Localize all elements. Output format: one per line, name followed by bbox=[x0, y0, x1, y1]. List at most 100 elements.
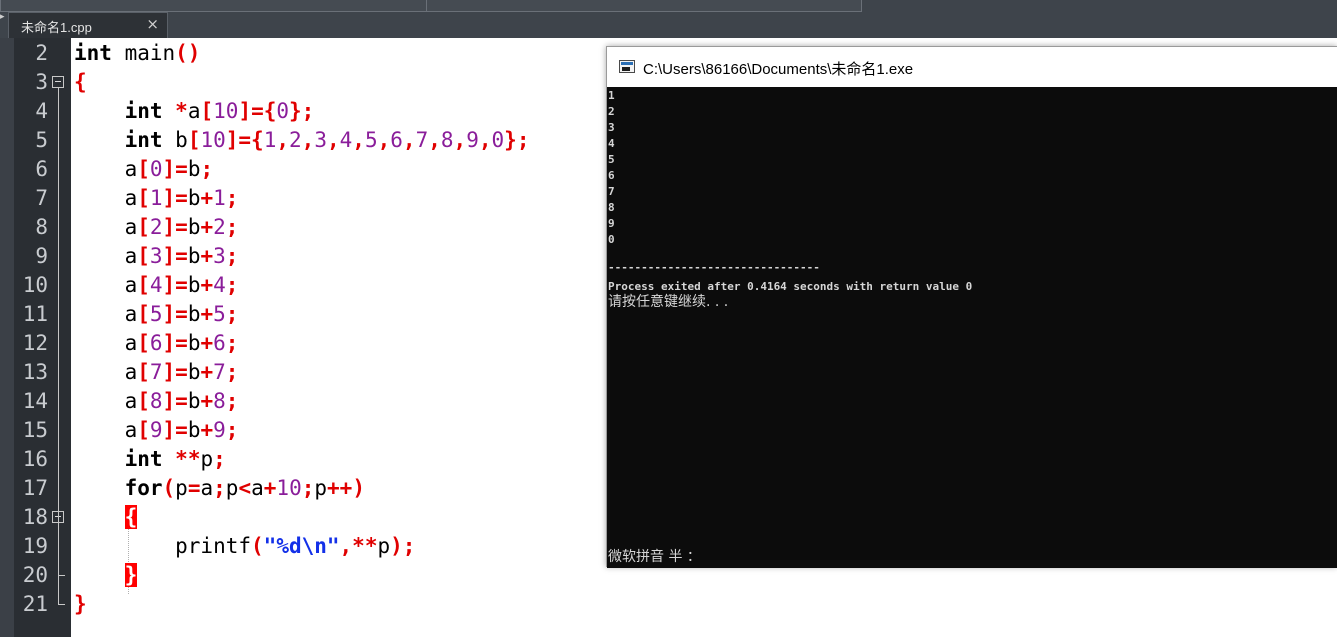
code-token: + bbox=[200, 389, 214, 413]
console-exit-message: Process exited after 0.4164 seconds with… bbox=[608, 280, 973, 293]
console-output-line: 7 bbox=[608, 185, 615, 198]
code-token: { bbox=[74, 70, 87, 94]
tab-scroll-left-icon[interactable]: ▸ bbox=[0, 12, 6, 22]
code-token: [ bbox=[137, 273, 150, 297]
code-token: [ bbox=[137, 389, 150, 413]
code-token: 8 bbox=[149, 389, 163, 413]
code-token: 3 bbox=[314, 128, 327, 152]
code-line[interactable]: a[5]=b+5; bbox=[74, 300, 239, 329]
code-line[interactable]: a[2]=b+2; bbox=[74, 213, 239, 242]
code-token: { bbox=[124, 505, 138, 529]
code-line[interactable]: a[3]=b+3; bbox=[74, 242, 239, 271]
code-token: p bbox=[200, 447, 214, 471]
line-number: 10 bbox=[22, 273, 48, 297]
code-token: ]= bbox=[162, 331, 188, 355]
line-number: 4 bbox=[35, 99, 48, 123]
code-token: 3 bbox=[213, 244, 226, 268]
code-token: a bbox=[74, 244, 138, 268]
code-token: a bbox=[74, 273, 138, 297]
code-line[interactable]: a[4]=b+4; bbox=[74, 271, 239, 300]
console-output-line: 9 bbox=[608, 217, 615, 230]
code-line[interactable]: int *a[10]={0}; bbox=[74, 97, 315, 126]
code-token: * bbox=[175, 99, 188, 123]
line-number: 17 bbox=[22, 476, 48, 500]
code-token: a bbox=[200, 476, 214, 500]
code-token: 1 bbox=[213, 186, 226, 210]
code-token: + bbox=[200, 302, 214, 326]
code-token: [ bbox=[137, 331, 150, 355]
code-token: ; bbox=[225, 186, 239, 210]
line-number: 11 bbox=[22, 302, 48, 326]
code-token: [ bbox=[137, 302, 150, 326]
console-window[interactable]: C:\Users\86166\Documents\未命名1.exe ------… bbox=[606, 46, 1337, 568]
code-token: 4 bbox=[213, 273, 226, 297]
code-token: b bbox=[187, 302, 201, 326]
code-token: 7 bbox=[213, 360, 226, 384]
code-token: 6 bbox=[390, 128, 403, 152]
code-line[interactable]: } bbox=[74, 590, 87, 619]
code-token: , bbox=[301, 128, 315, 152]
line-number: 21 bbox=[22, 592, 48, 616]
code-token: b bbox=[162, 128, 188, 152]
line-number: 20 bbox=[22, 563, 48, 587]
code-line[interactable]: a[7]=b+7; bbox=[74, 358, 239, 387]
code-line[interactable]: a[1]=b+1; bbox=[74, 184, 239, 213]
code-token: , bbox=[276, 128, 290, 152]
code-token: + bbox=[200, 215, 214, 239]
code-token: p bbox=[314, 476, 328, 500]
code-token: int bbox=[124, 447, 163, 471]
close-icon[interactable]: × bbox=[146, 15, 159, 33]
code-line[interactable]: int b[10]={1,2,3,4,5,6,7,8,9,0}; bbox=[74, 126, 530, 155]
code-line[interactable]: int **p; bbox=[74, 445, 226, 474]
code-token: a bbox=[187, 99, 201, 123]
code-token: ** bbox=[175, 447, 201, 471]
code-line[interactable]: printf("%d\n",**p); bbox=[74, 532, 415, 561]
console-press-any-key: 请按任意键继续. . . bbox=[608, 294, 729, 310]
console-output[interactable]: -------------------------------- Process… bbox=[607, 87, 1337, 568]
fold-toggle-icon[interactable] bbox=[52, 76, 64, 88]
code-token: a bbox=[74, 215, 138, 239]
code-token: } bbox=[124, 563, 138, 587]
code-line[interactable]: { bbox=[74, 68, 87, 97]
code-token: 2 bbox=[149, 215, 163, 239]
code-token: + bbox=[200, 331, 214, 355]
code-line[interactable]: } bbox=[74, 561, 138, 590]
line-number: 18 bbox=[22, 505, 48, 529]
code-token: ++) bbox=[327, 476, 365, 500]
code-token: int bbox=[74, 41, 112, 65]
console-output-line: 0 bbox=[608, 233, 615, 246]
code-token: 7 bbox=[149, 360, 163, 384]
console-title: C:\Users\86166\Documents\未命名1.exe bbox=[643, 61, 914, 78]
line-number-gutter: 2 3 4 5 6 7 8 9 10 11 12 13 14 15 16 17 18 19 20 21 bbox=[0, 38, 71, 637]
code-line[interactable]: { bbox=[74, 503, 138, 532]
console-separator: -------------------------------- bbox=[608, 261, 820, 274]
code-token: ; bbox=[213, 447, 226, 471]
code-token: a bbox=[74, 186, 138, 210]
code-token: < bbox=[238, 476, 252, 500]
line-number: 12 bbox=[22, 331, 48, 355]
code-token: ); bbox=[390, 534, 416, 558]
code-token: 9 bbox=[149, 418, 163, 442]
code-line[interactable]: int main() bbox=[74, 39, 200, 68]
code-token: a bbox=[74, 389, 138, 413]
console-output-line: 4 bbox=[608, 137, 615, 150]
code-token: () bbox=[175, 41, 201, 65]
code-token: ]= bbox=[162, 273, 188, 297]
code-token: ]= bbox=[162, 186, 188, 210]
line-number: 3 bbox=[35, 70, 48, 94]
code-line[interactable]: for(p=a;p<a+10;p++) bbox=[74, 474, 365, 503]
code-line[interactable]: a[6]=b+6; bbox=[74, 329, 239, 358]
code-token: ( bbox=[251, 534, 264, 558]
code-line[interactable]: a[0]=b; bbox=[74, 155, 214, 184]
code-token: + bbox=[263, 476, 277, 500]
code-line[interactable]: a[9]=b+9; bbox=[74, 416, 239, 445]
code-line[interactable]: a[8]=b+8; bbox=[74, 387, 239, 416]
tab-file[interactable]: 未命名1.cpp × bbox=[8, 12, 168, 38]
code-token: 5 bbox=[213, 302, 226, 326]
console-title-bar[interactable]: C:\Users\86166\Documents\未命名1.exe bbox=[607, 47, 1337, 87]
code-token: + bbox=[200, 186, 214, 210]
code-token: , bbox=[402, 128, 416, 152]
code-token: 0 bbox=[491, 128, 505, 152]
code-token: } bbox=[74, 592, 87, 616]
